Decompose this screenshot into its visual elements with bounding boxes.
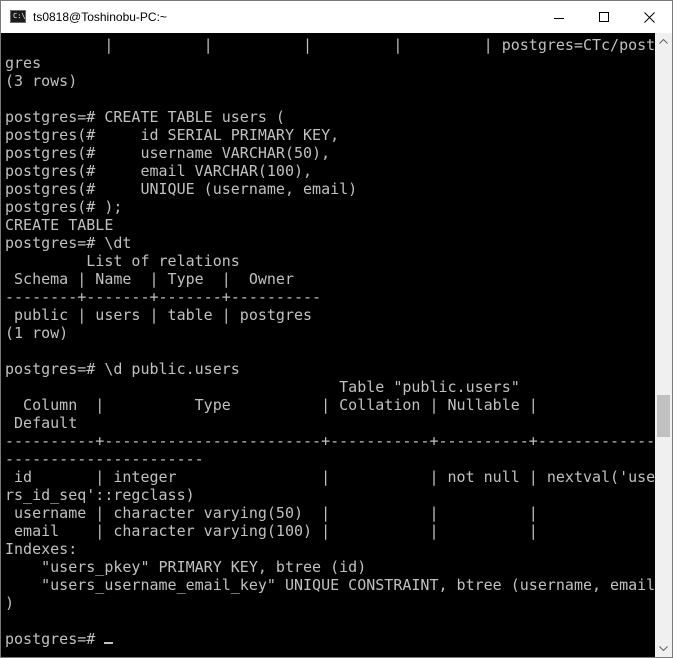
- text-cursor: [104, 642, 114, 644]
- console-line: Schema | Name | Type | Owner: [5, 270, 294, 288]
- console-line: --------+-------+-------+----------: [5, 288, 322, 306]
- window-title: ts0818@Toshinobu-PC:~: [33, 10, 167, 24]
- maximize-icon: [599, 12, 609, 22]
- console-line: postgres(# UNIQUE (username, email): [5, 180, 358, 198]
- console-line: postgres=#: [5, 630, 105, 648]
- console-line: gres: [5, 54, 42, 72]
- console-line: List of relations: [5, 252, 240, 270]
- close-button[interactable]: [626, 1, 672, 33]
- maximize-button[interactable]: [581, 1, 627, 33]
- console-line: username | character varying(50) | | |: [5, 504, 538, 522]
- console-line: postgres(# id SERIAL PRIMARY KEY,: [5, 126, 340, 144]
- console-line: "users_username_email_key" UNIQUE CONSTR…: [5, 576, 655, 594]
- console-line: (1 row): [5, 324, 69, 342]
- minimize-button[interactable]: [536, 1, 582, 33]
- console-line: email | character varying(100) | | |: [5, 522, 538, 540]
- vertical-scrollbar[interactable]: [655, 33, 672, 657]
- minimize-icon: [554, 18, 564, 19]
- console-line: ----------------------: [5, 450, 204, 468]
- scroll-down-button[interactable]: [655, 640, 672, 657]
- console-line: postgres=# \d public.users: [5, 360, 240, 378]
- console-line: id | integer | | not null | nextval('use: [5, 468, 655, 486]
- console-line: postgres=# CREATE TABLE users (: [5, 108, 285, 126]
- chevron-up-icon: [659, 39, 668, 44]
- close-icon: [644, 12, 655, 23]
- console-line: public | users | table | postgres: [5, 306, 313, 324]
- console-line: Indexes:: [5, 540, 78, 558]
- console-icon-glyph: C:\: [13, 12, 26, 20]
- console-line: postgres(# email VARCHAR(100),: [5, 162, 313, 180]
- console-line: "users_pkey" PRIMARY KEY, btree (id): [5, 558, 367, 576]
- console-line: ----------+------------------------+----…: [5, 432, 655, 450]
- scroll-thumb[interactable]: [657, 395, 670, 437]
- console-text: | | | | | postgres=CTc/post gres (3 rows…: [5, 36, 655, 648]
- console-line: Default: [5, 414, 78, 432]
- console-line: (3 rows): [5, 72, 78, 90]
- title-bar[interactable]: C:\ ts0818@Toshinobu-PC:~: [1, 1, 672, 33]
- console-line: Column | Type | Collation | Nullable |: [5, 396, 538, 414]
- console-line: | | | | | postgres=CTc/post: [5, 36, 655, 54]
- console-line: postgres=# \dt: [5, 234, 132, 252]
- terminal-window: C:\ ts0818@Toshinobu-PC:~ | | | | | post…: [0, 0, 673, 658]
- console-output[interactable]: | | | | | postgres=CTc/post gres (3 rows…: [1, 33, 655, 657]
- console-line: postgres(# );: [5, 198, 123, 216]
- console-line: ): [5, 594, 15, 612]
- console-icon[interactable]: C:\: [10, 10, 26, 23]
- console-line: Table "public.users": [5, 378, 520, 396]
- console-line: postgres(# username VARCHAR(50),: [5, 144, 331, 162]
- chevron-down-icon: [659, 646, 668, 651]
- console-line: CREATE TABLE: [5, 216, 114, 234]
- scroll-up-button[interactable]: [655, 33, 672, 50]
- console-line: rs_id_seq'::regclass): [5, 486, 195, 504]
